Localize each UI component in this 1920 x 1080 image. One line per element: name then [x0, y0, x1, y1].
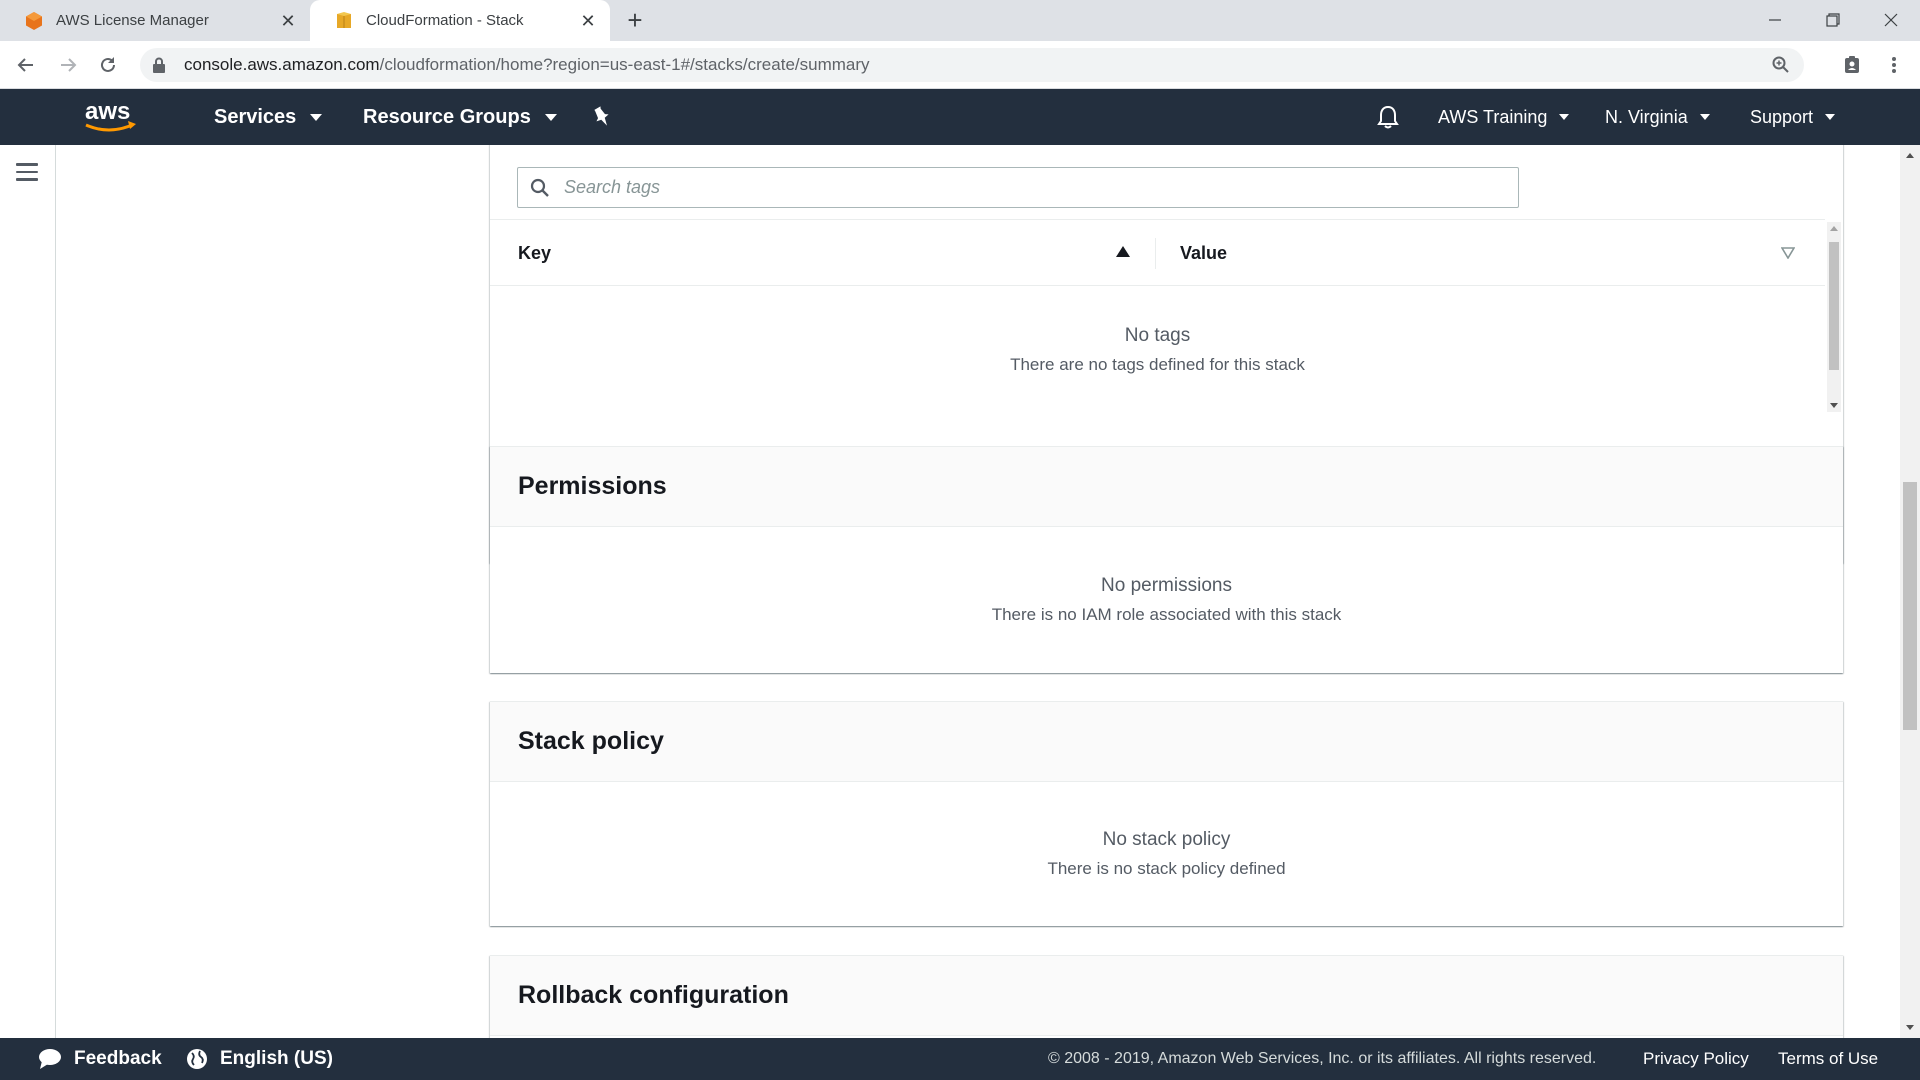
chevron-down-icon — [1699, 114, 1710, 120]
bell-icon[interactable] — [1376, 89, 1400, 145]
search-icon — [530, 178, 549, 197]
account-menu[interactable]: AWS Training — [1438, 89, 1570, 145]
scroll-up-arrow-icon[interactable] — [1830, 226, 1838, 231]
scrollbar-thumb[interactable] — [1903, 482, 1917, 730]
close-window-icon[interactable] — [1868, 4, 1914, 36]
scroll-down-arrow-icon[interactable] — [1830, 403, 1838, 408]
close-tab-icon[interactable]: ✕ — [278, 11, 298, 31]
globe-icon — [187, 1049, 207, 1069]
console-footer: Feedback English (US) © 2008 - 2019, Ama… — [0, 1038, 1920, 1080]
privacy-policy-link[interactable]: Privacy Policy — [1643, 1038, 1749, 1080]
stack-policy-heading: Stack policy — [490, 702, 1843, 782]
scroll-up-arrow-icon[interactable] — [1906, 153, 1914, 158]
resource-groups-label: Resource Groups — [363, 105, 531, 128]
permissions-panel: Permissions No permissions There is no I… — [490, 446, 1843, 673]
hamburger-menu-icon[interactable] — [16, 163, 38, 181]
chevron-down-icon — [544, 113, 557, 121]
terms-of-use-link[interactable]: Terms of Use — [1778, 1038, 1878, 1080]
services-label: Services — [214, 105, 297, 128]
scroll-down-arrow-icon[interactable] — [1906, 1025, 1914, 1030]
address-bar[interactable]: console.aws.amazon.com/cloudformation/ho… — [140, 48, 1804, 82]
aws-console-header: aws Services Resource Groups AWS Trainin… — [0, 89, 1920, 145]
browser-toolbar: console.aws.amazon.com/cloudformation/ho… — [0, 41, 1920, 89]
search-tags-input[interactable] — [564, 177, 1464, 198]
empty-state-subtitle: There is no stack policy defined — [1047, 859, 1286, 878]
region-menu[interactable]: N. Virginia — [1605, 89, 1710, 145]
forward-arrow-icon[interactable] — [54, 51, 82, 79]
tags-empty-state: No tags There are no tags defined for th… — [490, 286, 1825, 413]
main-content: Key Value No tags There are no tags defi… — [57, 145, 1900, 1038]
tags-table-scrollbar[interactable] — [1827, 222, 1841, 412]
support-menu[interactable]: Support — [1750, 89, 1836, 145]
new-tab-button[interactable]: + — [622, 7, 648, 34]
resource-groups-menu[interactable]: Resource Groups — [363, 89, 557, 145]
pin-icon[interactable] — [592, 89, 612, 145]
tab-title: CloudFormation - Stack — [366, 12, 524, 29]
url-host: console.aws.amazon.com — [184, 55, 380, 74]
chevron-down-icon — [1559, 114, 1570, 120]
license-manager-favicon-icon — [26, 11, 42, 30]
sort-descending-outline-icon[interactable] — [1781, 247, 1795, 259]
services-menu[interactable]: Services — [214, 89, 323, 145]
restore-window-icon[interactable] — [1810, 4, 1856, 36]
sort-ascending-icon[interactable] — [1116, 246, 1130, 257]
copyright-text: © 2008 - 2019, Amazon Web Services, Inc.… — [1048, 1050, 1597, 1067]
empty-state-title: No tags — [1124, 324, 1191, 346]
profile-extension-icon[interactable] — [1838, 51, 1866, 79]
tab-cloudformation-stack[interactable]: CloudFormation - Stack ✕ — [310, 0, 610, 41]
column-header-key[interactable]: Key — [518, 220, 551, 287]
page-scrollbar[interactable] — [1900, 145, 1920, 1038]
minimize-window-icon[interactable] — [1752, 4, 1798, 36]
language-label: English (US) — [220, 1048, 333, 1069]
close-tab-icon[interactable]: ✕ — [578, 11, 598, 31]
back-arrow-icon[interactable] — [12, 51, 40, 79]
url-path: /cloudformation/home?region=us-east-1#/s… — [379, 55, 870, 74]
rollback-configuration-heading: Rollback configuration — [490, 956, 1843, 1036]
rollback-configuration-panel: Rollback configuration — [490, 955, 1843, 1038]
account-label: AWS Training — [1438, 106, 1548, 127]
empty-state-subtitle: There are no tags defined for this stack — [1010, 354, 1305, 374]
side-navigation — [0, 145, 56, 1038]
browser-menu-icon[interactable] — [1880, 51, 1908, 79]
cloudformation-favicon-icon — [337, 11, 351, 28]
svg-text:aws: aws — [85, 98, 130, 125]
support-label: Support — [1750, 106, 1814, 127]
stack-policy-empty-state: No stack policy There is no stack policy… — [490, 782, 1843, 926]
chevron-down-icon — [310, 113, 323, 121]
zoom-icon[interactable] — [1772, 56, 1790, 74]
permissions-empty-state: No permissions There is no IAM role asso… — [490, 527, 1843, 673]
column-header-value[interactable]: Value — [1180, 220, 1227, 287]
tab-title: AWS License Manager — [56, 12, 209, 29]
tab-aws-license-manager[interactable]: AWS License Manager ✕ — [0, 0, 310, 41]
empty-state-title: No stack policy — [1102, 829, 1231, 850]
tags-table-header: Key Value — [490, 219, 1825, 286]
scrollbar-thumb[interactable] — [1829, 242, 1839, 370]
empty-state-subtitle: There is no IAM role associated with thi… — [991, 605, 1342, 624]
feedback-label: Feedback — [74, 1048, 162, 1069]
region-label: N. Virginia — [1605, 106, 1688, 127]
stack-policy-panel: Stack policy No stack policy There is no… — [490, 701, 1843, 926]
language-selector[interactable]: English (US) — [186, 1038, 333, 1080]
permissions-heading: Permissions — [490, 447, 1843, 527]
reload-icon[interactable] — [94, 51, 122, 79]
aws-logo[interactable]: aws — [82, 97, 140, 137]
speech-bubble-icon — [39, 1049, 61, 1069]
feedback-button[interactable]: Feedback — [38, 1038, 162, 1080]
lock-icon — [153, 57, 165, 73]
browser-tab-strip: AWS License Manager ✕ CloudFormation - S… — [0, 0, 1920, 41]
chevron-down-icon — [1825, 114, 1836, 120]
empty-state-title: No permissions — [1101, 575, 1232, 596]
column-divider — [1155, 238, 1156, 269]
search-tags-field[interactable] — [517, 167, 1519, 208]
